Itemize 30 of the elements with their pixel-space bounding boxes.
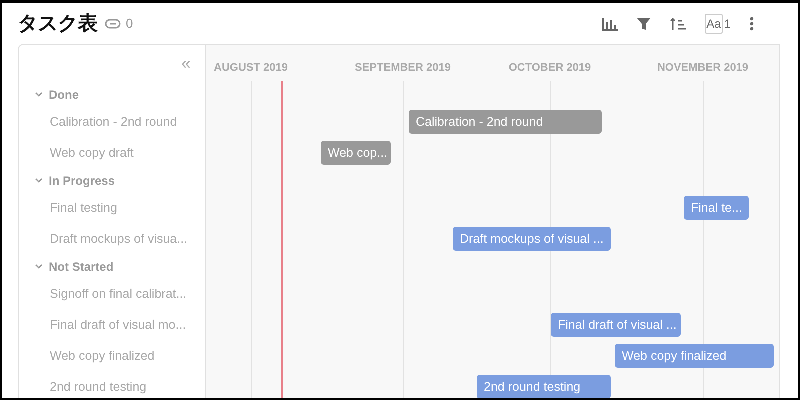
month-label: SEPTEMBER 2019 [355, 62, 451, 74]
month-label: NOVEMBER 2019 [657, 62, 749, 74]
group-header[interactable]: Not Started [19, 255, 205, 279]
group-header[interactable]: Done [19, 83, 205, 107]
page-title: タスク表 [18, 10, 98, 37]
task-item[interactable]: Signoff on final calibrat... [19, 279, 205, 310]
task-item[interactable]: Calibration - 2nd round [19, 107, 205, 138]
link-count: 0 [126, 16, 134, 31]
task-item[interactable]: Web copy finalized [19, 341, 205, 372]
bar-chart-icon[interactable] [602, 16, 618, 30]
task-bar[interactable]: Web cop... [321, 141, 391, 165]
month-label: OCTOBER 2019 [508, 62, 592, 74]
task-item[interactable]: 2nd round testing [19, 372, 205, 398]
month-label: AUGUST 2019 [214, 62, 288, 74]
task-bar[interactable]: Calibration - 2nd round [409, 110, 602, 134]
task-bar[interactable]: Web copy finalized [615, 344, 774, 368]
task-item[interactable]: Draft mockups of visua... [19, 224, 205, 255]
task-item[interactable]: Final testing [19, 193, 205, 224]
task-bar[interactable]: 2nd round testing [477, 375, 611, 398]
sort-icon[interactable] [670, 16, 686, 30]
link-icon [105, 18, 121, 28]
more-icon[interactable] [750, 16, 754, 30]
filter-icon[interactable] [636, 16, 651, 30]
task-item[interactable]: Final draft of visual mo... [19, 310, 205, 341]
group-header[interactable]: In Progress [19, 169, 205, 193]
collapse-button[interactable]: « [182, 54, 191, 74]
task-bar[interactable]: Draft mockups of visual ... [453, 227, 611, 251]
task-bar[interactable]: Final draft of visual ... [551, 313, 681, 337]
task-item[interactable]: Web copy draft [19, 138, 205, 169]
task-bar[interactable]: Final te... [684, 196, 749, 220]
